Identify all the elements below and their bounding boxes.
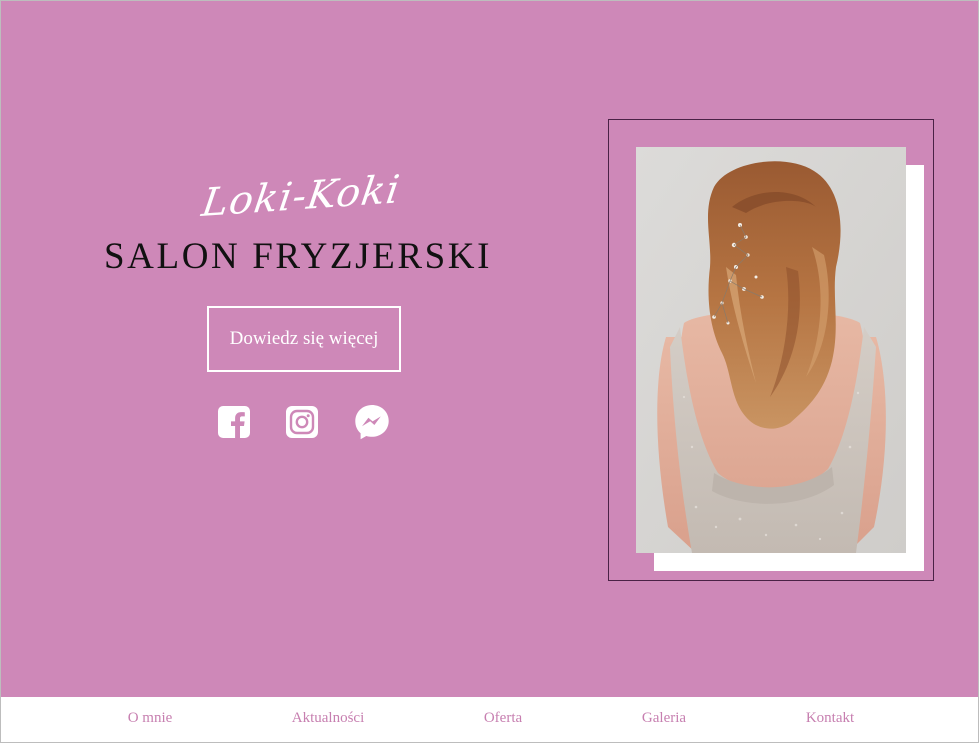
brand-logo: Loki-Koki SALON FRYZJERSKI [101,167,501,281]
hero-photo [636,147,906,553]
nav-item-kontakt[interactable]: Kontakt [806,710,854,727]
nav-item-aktualnosci[interactable]: Aktualności [292,710,365,727]
nav-item-oferta[interactable]: Oferta [484,710,522,727]
learn-more-button[interactable]: Dowiedz się więcej [207,306,401,372]
facebook-icon[interactable] [217,405,251,439]
brand-subtitle: SALON FRYZJERSKI [104,236,493,277]
nav-item-o-mnie[interactable]: O mnie [128,710,173,727]
nav-item-galeria[interactable]: Galeria [642,710,686,727]
bottom-nav: O mnie Aktualności Oferta Galeria Kontak… [1,697,978,742]
hero-section: Loki-Koki SALON FRYZJERSKI Dowiedz się w… [1,1,978,697]
brand-script-name: Loki-Koki [199,167,404,226]
page: Loki-Koki SALON FRYZJERSKI Dowiedz się w… [0,0,979,743]
social-links [217,405,393,441]
messenger-icon[interactable] [353,405,389,440]
instagram-icon[interactable] [285,405,319,439]
